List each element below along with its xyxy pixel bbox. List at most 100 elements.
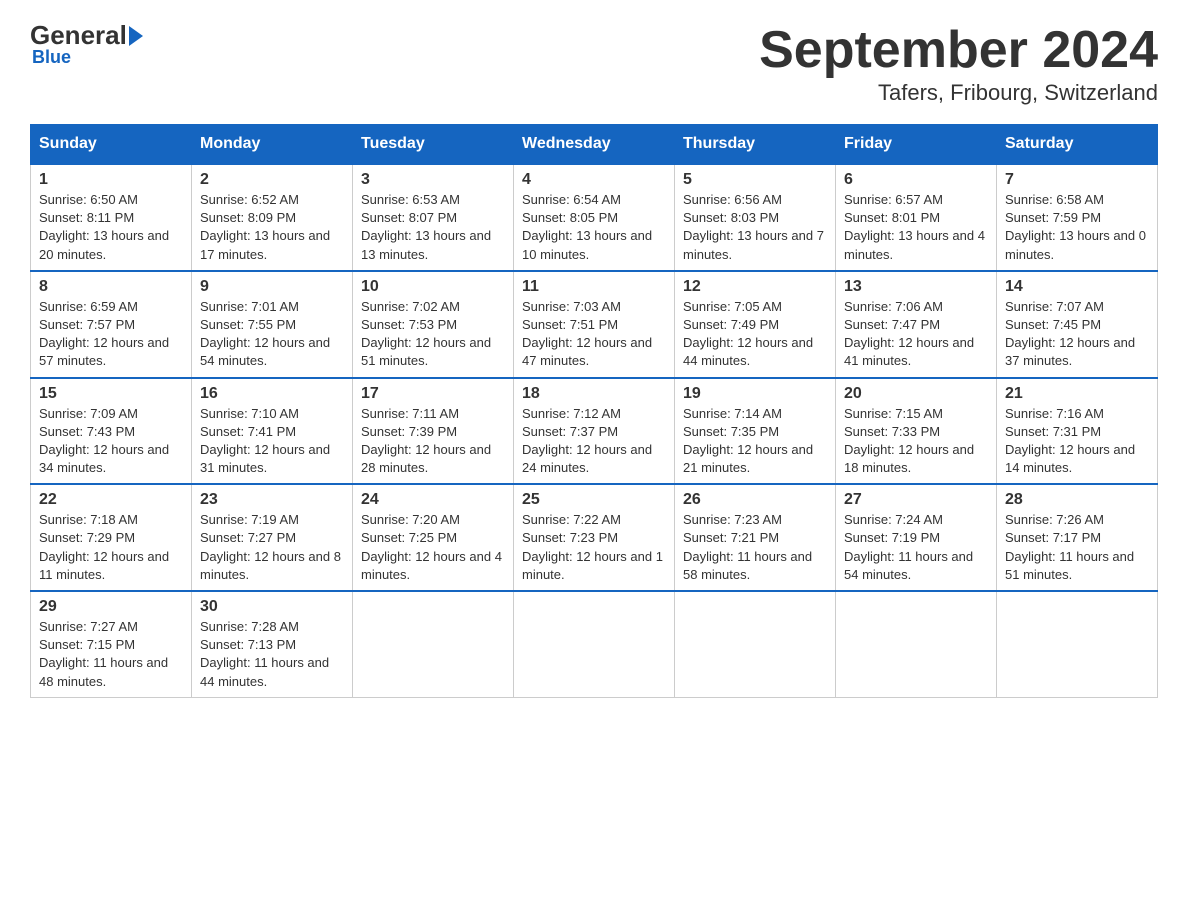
day-number: 16 — [200, 385, 344, 403]
calendar-cell: 13 Sunrise: 7:06 AM Sunset: 7:47 PM Dayl… — [836, 271, 997, 378]
day-info: Sunrise: 6:52 AM Sunset: 8:09 PM Dayligh… — [200, 191, 344, 264]
day-number: 29 — [39, 598, 183, 616]
day-info: Sunrise: 7:07 AM Sunset: 7:45 PM Dayligh… — [1005, 298, 1149, 371]
calendar-cell: 17 Sunrise: 7:11 AM Sunset: 7:39 PM Dayl… — [353, 378, 514, 485]
calendar-cell: 26 Sunrise: 7:23 AM Sunset: 7:21 PM Dayl… — [675, 484, 836, 591]
calendar-cell: 20 Sunrise: 7:15 AM Sunset: 7:33 PM Dayl… — [836, 378, 997, 485]
calendar-cell: 4 Sunrise: 6:54 AM Sunset: 8:05 PM Dayli… — [514, 164, 675, 271]
day-number: 6 — [844, 171, 988, 189]
calendar-cell: 21 Sunrise: 7:16 AM Sunset: 7:31 PM Dayl… — [997, 378, 1158, 485]
weekday-header-thursday: Thursday — [675, 125, 836, 165]
title-block: September 2024 Tafers, Fribourg, Switzer… — [759, 20, 1158, 106]
day-info: Sunrise: 7:09 AM Sunset: 7:43 PM Dayligh… — [39, 405, 183, 478]
day-info: Sunrise: 7:18 AM Sunset: 7:29 PM Dayligh… — [39, 511, 183, 584]
day-info: Sunrise: 7:16 AM Sunset: 7:31 PM Dayligh… — [1005, 405, 1149, 478]
day-info: Sunrise: 7:23 AM Sunset: 7:21 PM Dayligh… — [683, 511, 827, 584]
day-number: 8 — [39, 278, 183, 296]
day-info: Sunrise: 7:27 AM Sunset: 7:15 PM Dayligh… — [39, 618, 183, 691]
day-info: Sunrise: 7:01 AM Sunset: 7:55 PM Dayligh… — [200, 298, 344, 371]
weekday-header-sunday: Sunday — [31, 125, 192, 165]
day-number: 21 — [1005, 385, 1149, 403]
calendar-cell: 18 Sunrise: 7:12 AM Sunset: 7:37 PM Dayl… — [514, 378, 675, 485]
day-info: Sunrise: 7:22 AM Sunset: 7:23 PM Dayligh… — [522, 511, 666, 584]
calendar-cell: 5 Sunrise: 6:56 AM Sunset: 8:03 PM Dayli… — [675, 164, 836, 271]
day-info: Sunrise: 6:58 AM Sunset: 7:59 PM Dayligh… — [1005, 191, 1149, 264]
logo-triangle-icon — [129, 26, 143, 46]
day-number: 25 — [522, 491, 666, 509]
day-number: 28 — [1005, 491, 1149, 509]
calendar-title: September 2024 — [759, 20, 1158, 80]
day-number: 14 — [1005, 278, 1149, 296]
calendar-week-row: 1 Sunrise: 6:50 AM Sunset: 8:11 PM Dayli… — [31, 164, 1158, 271]
day-info: Sunrise: 7:02 AM Sunset: 7:53 PM Dayligh… — [361, 298, 505, 371]
calendar-cell: 25 Sunrise: 7:22 AM Sunset: 7:23 PM Dayl… — [514, 484, 675, 591]
calendar-cell: 30 Sunrise: 7:28 AM Sunset: 7:13 PM Dayl… — [192, 591, 353, 697]
calendar-cell: 27 Sunrise: 7:24 AM Sunset: 7:19 PM Dayl… — [836, 484, 997, 591]
logo-blue-text: Blue — [32, 47, 71, 68]
calendar-cell: 6 Sunrise: 6:57 AM Sunset: 8:01 PM Dayli… — [836, 164, 997, 271]
calendar-cell — [997, 591, 1158, 697]
day-info: Sunrise: 7:20 AM Sunset: 7:25 PM Dayligh… — [361, 511, 505, 584]
day-number: 11 — [522, 278, 666, 296]
day-info: Sunrise: 6:53 AM Sunset: 8:07 PM Dayligh… — [361, 191, 505, 264]
calendar-cell — [836, 591, 997, 697]
calendar-cell: 22 Sunrise: 7:18 AM Sunset: 7:29 PM Dayl… — [31, 484, 192, 591]
day-info: Sunrise: 7:24 AM Sunset: 7:19 PM Dayligh… — [844, 511, 988, 584]
day-number: 2 — [200, 171, 344, 189]
calendar-cell: 12 Sunrise: 7:05 AM Sunset: 7:49 PM Dayl… — [675, 271, 836, 378]
day-number: 27 — [844, 491, 988, 509]
calendar-cell: 3 Sunrise: 6:53 AM Sunset: 8:07 PM Dayli… — [353, 164, 514, 271]
day-number: 3 — [361, 171, 505, 189]
day-number: 18 — [522, 385, 666, 403]
day-number: 30 — [200, 598, 344, 616]
day-info: Sunrise: 6:50 AM Sunset: 8:11 PM Dayligh… — [39, 191, 183, 264]
weekday-header-tuesday: Tuesday — [353, 125, 514, 165]
day-info: Sunrise: 7:15 AM Sunset: 7:33 PM Dayligh… — [844, 405, 988, 478]
calendar-cell: 9 Sunrise: 7:01 AM Sunset: 7:55 PM Dayli… — [192, 271, 353, 378]
calendar-cell — [514, 591, 675, 697]
calendar-cell: 11 Sunrise: 7:03 AM Sunset: 7:51 PM Dayl… — [514, 271, 675, 378]
day-info: Sunrise: 7:26 AM Sunset: 7:17 PM Dayligh… — [1005, 511, 1149, 584]
weekday-header-saturday: Saturday — [997, 125, 1158, 165]
day-number: 22 — [39, 491, 183, 509]
weekday-header-wednesday: Wednesday — [514, 125, 675, 165]
day-number: 19 — [683, 385, 827, 403]
day-info: Sunrise: 7:14 AM Sunset: 7:35 PM Dayligh… — [683, 405, 827, 478]
calendar-week-row: 8 Sunrise: 6:59 AM Sunset: 7:57 PM Dayli… — [31, 271, 1158, 378]
calendar-cell: 14 Sunrise: 7:07 AM Sunset: 7:45 PM Dayl… — [997, 271, 1158, 378]
day-info: Sunrise: 7:19 AM Sunset: 7:27 PM Dayligh… — [200, 511, 344, 584]
calendar-cell: 7 Sunrise: 6:58 AM Sunset: 7:59 PM Dayli… — [997, 164, 1158, 271]
calendar-cell: 19 Sunrise: 7:14 AM Sunset: 7:35 PM Dayl… — [675, 378, 836, 485]
calendar-cell: 23 Sunrise: 7:19 AM Sunset: 7:27 PM Dayl… — [192, 484, 353, 591]
calendar-cell: 29 Sunrise: 7:27 AM Sunset: 7:15 PM Dayl… — [31, 591, 192, 697]
day-info: Sunrise: 7:28 AM Sunset: 7:13 PM Dayligh… — [200, 618, 344, 691]
calendar-week-row: 22 Sunrise: 7:18 AM Sunset: 7:29 PM Dayl… — [31, 484, 1158, 591]
weekday-header-row: SundayMondayTuesdayWednesdayThursdayFrid… — [31, 125, 1158, 165]
weekday-header-monday: Monday — [192, 125, 353, 165]
day-number: 7 — [1005, 171, 1149, 189]
day-info: Sunrise: 6:57 AM Sunset: 8:01 PM Dayligh… — [844, 191, 988, 264]
calendar-week-row: 29 Sunrise: 7:27 AM Sunset: 7:15 PM Dayl… — [31, 591, 1158, 697]
calendar-cell: 24 Sunrise: 7:20 AM Sunset: 7:25 PM Dayl… — [353, 484, 514, 591]
day-number: 13 — [844, 278, 988, 296]
calendar-cell: 10 Sunrise: 7:02 AM Sunset: 7:53 PM Dayl… — [353, 271, 514, 378]
day-info: Sunrise: 7:03 AM Sunset: 7:51 PM Dayligh… — [522, 298, 666, 371]
calendar-cell: 15 Sunrise: 7:09 AM Sunset: 7:43 PM Dayl… — [31, 378, 192, 485]
day-number: 10 — [361, 278, 505, 296]
day-number: 15 — [39, 385, 183, 403]
day-number: 24 — [361, 491, 505, 509]
day-number: 23 — [200, 491, 344, 509]
day-info: Sunrise: 7:05 AM Sunset: 7:49 PM Dayligh… — [683, 298, 827, 371]
calendar-week-row: 15 Sunrise: 7:09 AM Sunset: 7:43 PM Dayl… — [31, 378, 1158, 485]
calendar-cell: 8 Sunrise: 6:59 AM Sunset: 7:57 PM Dayli… — [31, 271, 192, 378]
day-number: 9 — [200, 278, 344, 296]
calendar-cell — [353, 591, 514, 697]
day-number: 17 — [361, 385, 505, 403]
page-header: General Blue September 2024 Tafers, Frib… — [30, 20, 1158, 106]
day-info: Sunrise: 7:10 AM Sunset: 7:41 PM Dayligh… — [200, 405, 344, 478]
calendar-cell: 1 Sunrise: 6:50 AM Sunset: 8:11 PM Dayli… — [31, 164, 192, 271]
day-info: Sunrise: 7:12 AM Sunset: 7:37 PM Dayligh… — [522, 405, 666, 478]
day-info: Sunrise: 6:56 AM Sunset: 8:03 PM Dayligh… — [683, 191, 827, 264]
day-info: Sunrise: 6:59 AM Sunset: 7:57 PM Dayligh… — [39, 298, 183, 371]
calendar-cell: 2 Sunrise: 6:52 AM Sunset: 8:09 PM Dayli… — [192, 164, 353, 271]
